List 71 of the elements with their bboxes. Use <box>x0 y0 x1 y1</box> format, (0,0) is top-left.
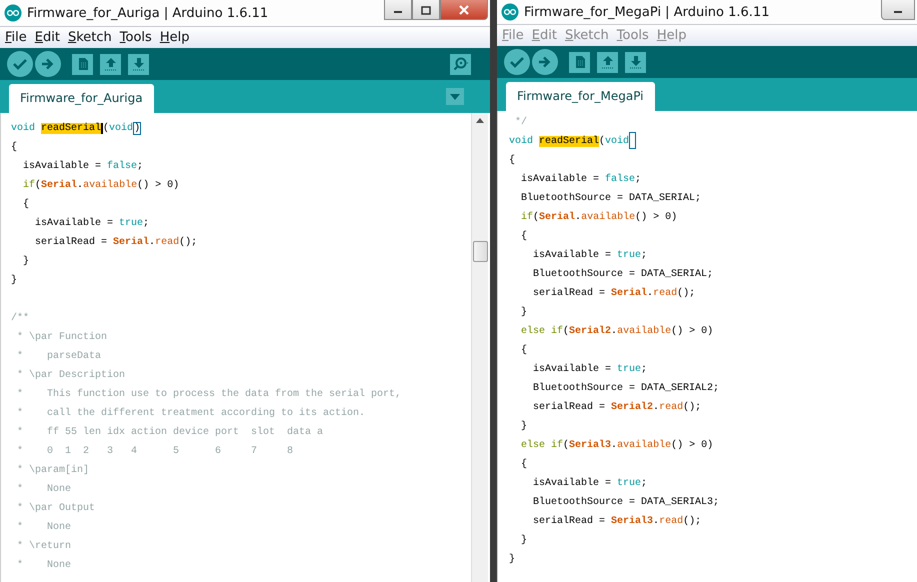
code-line: serialRead = Serial.read(); <box>34 236 198 250</box>
code-line: else if(Serial2.available() > 0) <box>520 324 714 339</box>
code-line: * parseData <box>16 350 102 364</box>
code-line: serialRead = Serial2.read(); <box>532 400 702 415</box>
code-line: * \par Description <box>16 368 126 383</box>
app-logo-icon <box>501 3 519 21</box>
code-line: isAvailable = true; <box>532 476 648 491</box>
code-line: serialRead = Serial.read(); <box>532 286 696 301</box>
close-button[interactable] <box>440 0 488 20</box>
new-button[interactable] <box>72 54 93 74</box>
menu-item[interactable]: Help <box>160 30 190 45</box>
code-line: * This function use to process the data from the serial port, <box>16 388 402 402</box>
code-line: /** <box>11 312 30 326</box>
minimize-button[interactable] <box>384 0 412 20</box>
code-line: if(Serial.available() > 0) <box>22 178 180 193</box>
code-line: * \par Output <box>16 502 96 516</box>
code-line: * \param[in] <box>16 464 90 478</box>
verify-button[interactable] <box>7 51 33 77</box>
code-line: } <box>11 274 18 288</box>
code-line: void readSerial(void <box>509 132 917 151</box>
window-title: Firmware_for_Auriga | Arduino 1.6.11 <box>27 6 270 20</box>
code-line: serialRead = Serial3.read(); <box>532 514 702 529</box>
code-line: BluetoothSource = DATA_SERIAL3; <box>532 496 720 510</box>
code-line: * \return <box>16 540 72 554</box>
code-line: { <box>22 198 30 212</box>
code-line: * \par Function <box>16 330 108 345</box>
code-line: { <box>520 230 528 244</box>
upload-button[interactable] <box>35 51 61 77</box>
up-caret-icon[interactable] <box>476 118 484 122</box>
menu-item[interactable]: Sketch <box>68 30 112 45</box>
menu-item[interactable]: Edit <box>34 30 60 45</box>
code-line: * ff 55 len idx action device port slot data a <box>16 426 324 440</box>
code-line: } <box>520 534 528 548</box>
code-line: else if(Serial3.available() > 0) <box>520 438 714 453</box>
code-line: * None <box>16 558 72 573</box>
save-button[interactable] <box>128 54 149 74</box>
code-line: void readSerial (void) <box>11 121 142 137</box>
serial-monitor-button[interactable] <box>450 54 471 74</box>
code-line: { <box>520 458 528 472</box>
file-tab[interactable]: Firmware_for_Auriga <box>9 84 154 113</box>
code-line: isAvailable = false; <box>22 160 144 174</box>
code-line: isAvailable = true; <box>532 362 648 377</box>
code-line: } <box>509 552 516 567</box>
open-button[interactable] <box>100 54 121 74</box>
menu-item[interactable]: Tools <box>120 30 152 45</box>
code-line: BluetoothSource = DATA_SERIAL2; <box>532 382 720 396</box>
window-title: Firmware_for_MegaPi | Arduino 1.6.11 <box>524 4 770 20</box>
code-line: } <box>22 254 30 269</box>
code-line: * 0 1 2 3 4 5 6 7 8 <box>16 444 294 459</box>
code-line: * None <box>16 520 72 535</box>
app-logo-icon <box>4 4 22 22</box>
caret-icon <box>450 94 460 100</box>
code-line: } <box>520 306 528 320</box>
scroll-thumb[interactable] <box>473 241 488 262</box>
tab-menu-button[interactable] <box>446 88 464 105</box>
code-line: if(Serial.available() > 0) <box>520 210 678 225</box>
vertical-scrollbar[interactable] <box>471 113 488 582</box>
code-line: * None <box>16 482 72 497</box>
code-line: { <box>509 154 516 168</box>
code-line: */ <box>514 116 528 130</box>
code-line: isAvailable = false; <box>520 172 642 187</box>
code-line: { <box>520 344 528 358</box>
code-line: isAvailable = true; <box>34 216 150 231</box>
code-line: isAvailable = true; <box>532 248 648 263</box>
code-line: } <box>520 420 528 434</box>
maximize-button[interactable] <box>412 0 440 20</box>
menu-item[interactable]: File <box>5 30 27 45</box>
code-line: * call the different treatment according to its action. <box>16 406 366 421</box>
code-line: { <box>11 140 18 155</box>
code-line: BluetoothSource = DATA_SERIAL; <box>520 192 702 206</box>
code-line: BluetoothSource = DATA_SERIAL; <box>532 268 714 282</box>
